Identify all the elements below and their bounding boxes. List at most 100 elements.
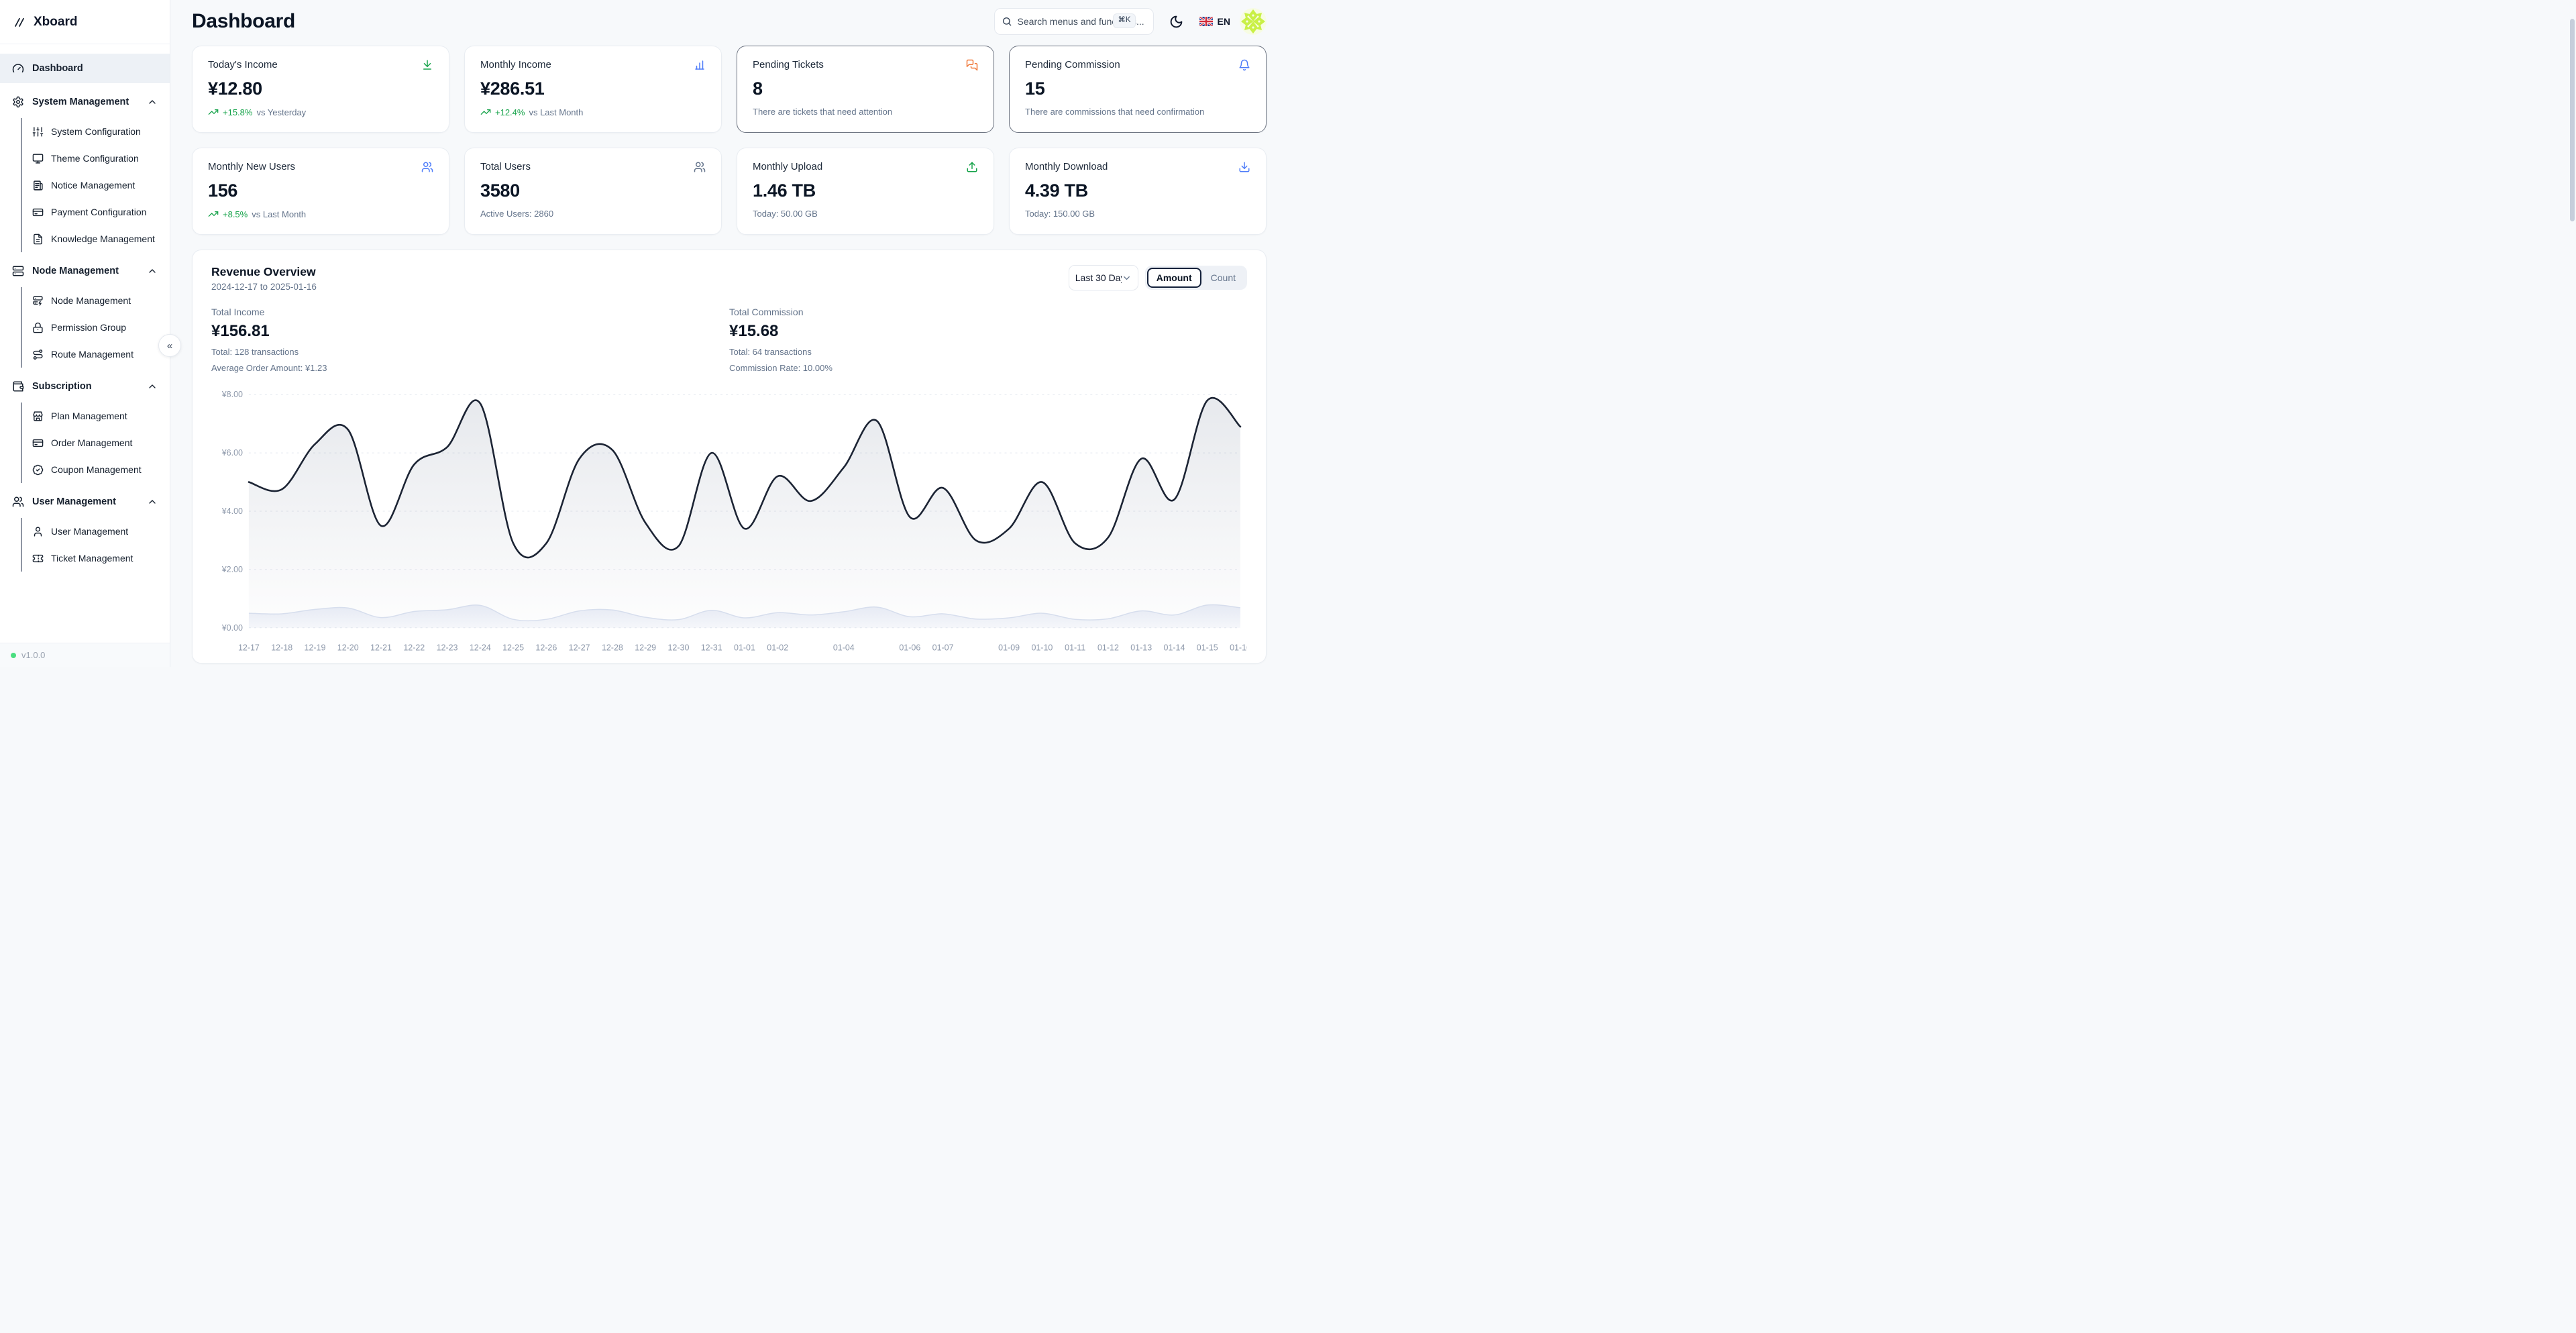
app-title: Xboard [34,15,77,30]
topbar-actions: ⌘K EN [994,8,1267,35]
svg-text:12-27: 12-27 [569,643,590,653]
sidebar-section-subscription[interactable]: Subscription [0,372,170,401]
main-content: Dashboard ⌘K EN [170,0,1288,667]
card-label: Today's Income [208,59,278,70]
svg-text:12-25: 12-25 [502,643,524,653]
card-pending-commission[interactable]: Pending Commission 15 There are commissi… [1009,46,1267,133]
sidebar-item-order-management[interactable]: Order Management [22,429,170,456]
card-subtitle: Active Users: 2860 [480,209,706,219]
moon-icon [1169,15,1183,29]
svg-text:01-02: 01-02 [767,643,788,653]
svg-text:12-17: 12-17 [238,643,260,653]
sidebar-item-system-configuration[interactable]: System Configuration [22,118,170,145]
svg-text:12-29: 12-29 [635,643,656,653]
sidebar-item-label: Notice Management [51,180,135,191]
server-bolt-icon [32,295,44,307]
card-pending-tickets[interactable]: Pending Tickets 8 There are tickets that… [737,46,994,133]
sidebar-item-label: Theme Configuration [51,153,139,164]
sidebar-item-ticket-management[interactable]: Ticket Management [22,545,170,572]
shortcut-badge: ⌘K [1113,13,1135,28]
total-income-block: Total Income ¥156.81 Total: 128 transact… [211,307,729,373]
page-scrollbar[interactable] [2570,19,2575,221]
svg-text:01-09: 01-09 [998,643,1020,653]
card-label: Monthly Upload [753,161,822,172]
sidebar-item-route-management[interactable]: Route Management [22,341,170,368]
sidebar-item-label: User Management [51,526,128,537]
svg-text:01-04: 01-04 [833,643,855,653]
card-label: Pending Commission [1025,59,1120,70]
badge-check-icon [32,464,44,476]
count-tab[interactable]: Count [1201,268,1245,288]
revenue-area-chart: ¥0.00¥2.00¥4.00¥6.00¥8.0012-1712-1812-19… [211,385,1247,656]
avatar-identicon [1240,8,1267,35]
card-value: 3580 [480,180,706,201]
total-income-label: Total Income [211,307,729,317]
language-switcher[interactable]: EN [1199,16,1230,27]
total-commission-block: Total Commission ¥15.68 Total: 64 transa… [729,307,1247,373]
card-value: 4.39 TB [1025,180,1250,201]
logo-slashes-icon [13,16,25,28]
search-icon [1002,16,1012,27]
revenue-date-range: 2024-12-17 to 2025-01-16 [211,282,317,292]
logo: Xboard [0,0,170,44]
sidebar-item-payment-configuration[interactable]: Payment Configuration [22,199,170,225]
svg-text:01-07: 01-07 [932,643,954,653]
svg-text:01-10: 01-10 [1031,643,1053,653]
revenue-totals: Total Income ¥156.81 Total: 128 transact… [211,307,1247,373]
total-commission-value: ¥15.68 [729,322,1247,341]
average-order-amount: Average Order Amount: ¥1.23 [211,363,729,373]
card-value: 156 [208,180,433,201]
file-text-icon [32,233,44,245]
card-label: Total Users [480,161,531,172]
sidebar-item-plan-management[interactable]: Plan Management [22,403,170,429]
card-subtitle: Today: 50.00 GB [753,209,978,219]
amount-tab[interactable]: Amount [1147,268,1201,288]
sidebar-item-label: Payment Configuration [51,207,146,217]
card-monthly-upload: Monthly Upload 1.46 TB Today: 50.00 GB [737,148,994,235]
sidebar-item-knowledge-management[interactable]: Knowledge Management [22,225,170,252]
svg-text:¥6.00: ¥6.00 [221,448,243,458]
metric-toggle: Amount Count [1145,266,1247,290]
chevron-up-icon [147,381,158,392]
svg-text:01-14: 01-14 [1164,643,1185,653]
download-icon [1238,161,1250,173]
svg-text:12-18: 12-18 [271,643,292,653]
card-value: 1.46 TB [753,180,978,201]
sidebar-item-label: Dashboard [32,63,83,74]
server-icon [12,265,24,277]
sidebar-item-coupon-management[interactable]: Coupon Management [22,456,170,483]
avatar[interactable] [1240,8,1267,35]
card-trend: +12.4% vs Last Month [480,107,706,117]
messages-icon [966,59,978,71]
revenue-chart-container: ¥0.00¥2.00¥4.00¥6.00¥8.0012-1712-1812-19… [211,385,1247,656]
stat-cards: Today's Income ¥12.80 +15.8% vs Yesterda… [192,46,1267,235]
svg-text:12-19: 12-19 [305,643,326,653]
svg-text:¥2.00: ¥2.00 [221,565,243,574]
topbar: Dashboard ⌘K EN [192,8,1267,35]
store-icon [32,411,44,422]
sidebar-item-user-management[interactable]: User Management [22,518,170,545]
section-label: System Management [32,97,129,107]
date-range-select[interactable]: Last 30 Days [1069,265,1138,290]
svg-text:12-28: 12-28 [602,643,623,653]
section-children: System Configuration Theme Configuration… [21,118,170,252]
sidebar-item-dashboard[interactable]: Dashboard [0,54,170,83]
sidebar-section-user-management[interactable]: User Management [0,487,170,517]
sidebar-section-system-management[interactable]: System Management [0,87,170,117]
sidebar-item-notice-management[interactable]: Notice Management [22,172,170,199]
chevron-up-icon [147,496,158,507]
section-label: User Management [32,496,116,507]
arrow-down-to-line-icon [421,59,433,71]
dark-mode-toggle[interactable] [1163,8,1190,35]
revenue-header: Revenue Overview 2024-12-17 to 2025-01-1… [211,265,317,292]
sidebar-collapse-button[interactable]: « [158,334,181,357]
section-label: Subscription [32,381,92,392]
sidebar-item-label: Order Management [51,437,132,448]
sidebar-section-node-management[interactable]: Node Management [0,256,170,286]
sidebar-item-permission-group[interactable]: Permission Group [22,314,170,341]
sidebar-item-theme-configuration[interactable]: Theme Configuration [22,145,170,172]
svg-text:12-26: 12-26 [535,643,557,653]
ticket-icon [32,553,44,564]
sidebar-nav: Dashboard System Management System Confi… [0,44,170,643]
sidebar-item-node-management[interactable]: Node Management [22,287,170,314]
